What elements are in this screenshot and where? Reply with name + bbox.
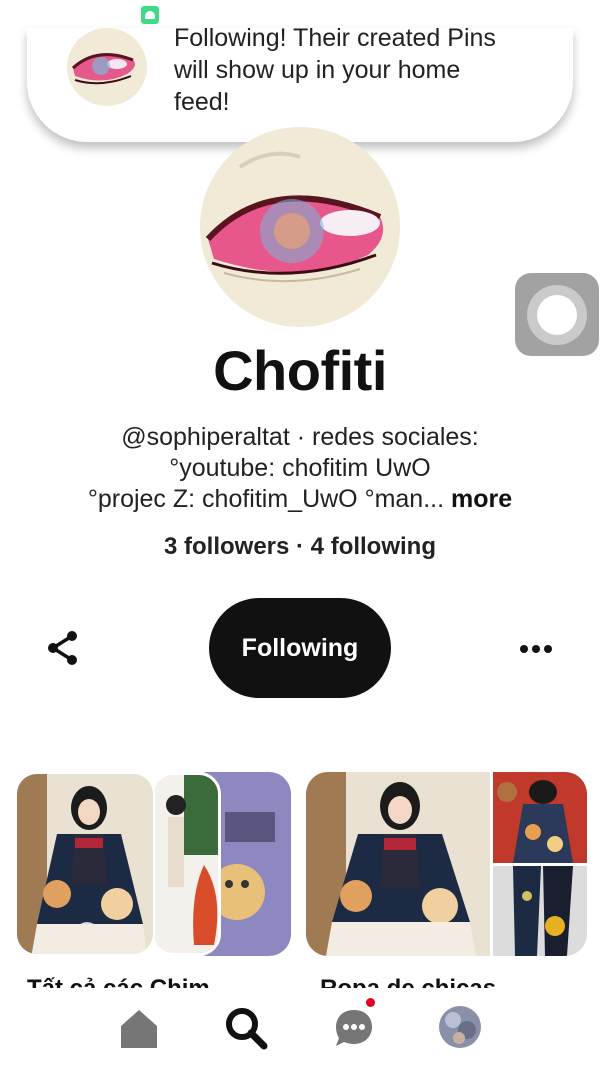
board-cover-image (493, 772, 587, 863)
more-options-icon (520, 645, 552, 653)
more-link[interactable]: more (451, 485, 512, 513)
more-options-button[interactable] (515, 634, 559, 664)
share-button[interactable] (44, 628, 84, 668)
following-button[interactable]: Following (209, 598, 391, 698)
chat-bubble-icon (336, 1010, 372, 1046)
share-icon (48, 631, 77, 665)
board-cover-image (306, 772, 490, 956)
nav-messages[interactable] (332, 1006, 376, 1050)
board-card[interactable] (306, 772, 587, 956)
bio-line-text: °projec Z: chofitim_UwO °man... (87, 485, 445, 513)
bottom-navigation (0, 988, 600, 1067)
board-card[interactable] (15, 772, 291, 956)
board-title[interactable]: Ropa de chicas (320, 974, 580, 988)
bio-line: @sophiperaltat · redes sociales: (121, 423, 479, 451)
nav-profile[interactable] (439, 1006, 481, 1048)
nav-home[interactable] (117, 1006, 161, 1050)
board-cover-image (493, 866, 587, 956)
board-cover-image (15, 772, 155, 956)
board-title[interactable]: Tất cả các Chim (27, 974, 287, 988)
bio-line: °projec Z: chofitim_UwO °man... more (30, 484, 570, 515)
profile-name: Chofiti (213, 339, 387, 402)
board-cover-image (151, 772, 221, 956)
profile-avatar-icon (439, 1006, 481, 1048)
search-icon (226, 1008, 268, 1050)
home-icon (121, 1010, 157, 1048)
profile-avatar[interactable] (200, 127, 400, 327)
nav-search[interactable] (224, 1006, 268, 1050)
profile-bio: @sophiperaltat · redes sociales: °youtub… (30, 422, 570, 515)
toast-avatar (67, 28, 147, 106)
following-toast: Following! Their created Pins will show … (27, 28, 573, 142)
bio-line: °youtube: chofitim UwO (169, 454, 431, 482)
toast-message: Following! Their created Pins will show … (174, 28, 496, 116)
follow-counts[interactable]: 3 followers · 4 following (0, 533, 600, 561)
notification-badge (366, 998, 375, 1007)
android-status-icon (141, 6, 159, 24)
